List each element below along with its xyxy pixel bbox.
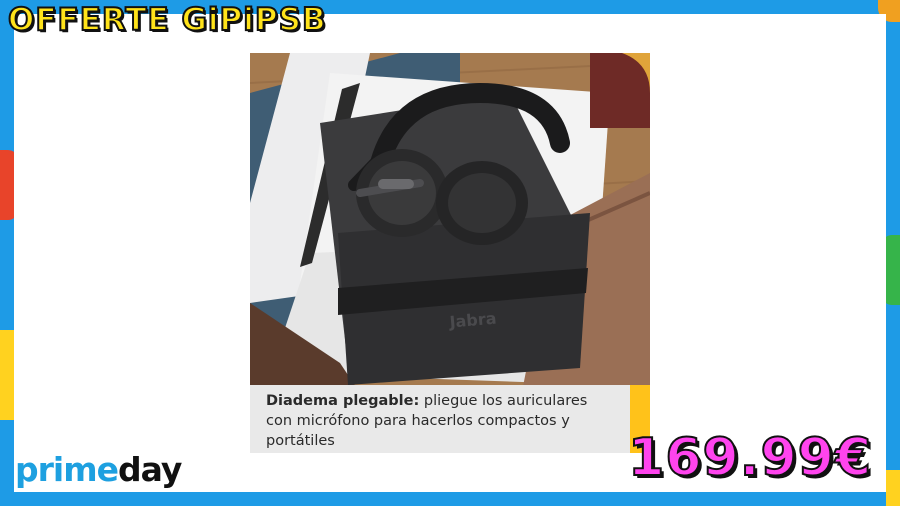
feature-caption-text: Diadema plegable: pliegue los auriculare… — [266, 391, 616, 451]
price-tag: 169.99€ — [627, 427, 872, 489]
banner-title: OFFERTE GiPiPSB — [7, 1, 327, 39]
feature-title: Diadema plegable: — [266, 393, 420, 409]
frame-decoration-yellow — [0, 330, 14, 420]
frame-decoration-yellow-corner — [886, 470, 900, 506]
feature-caption: Diadema plegable: pliegue los auriculare… — [250, 385, 650, 453]
prime-day-logo-day: day — [117, 450, 182, 489]
prime-day-logo-prime: prime — [15, 450, 119, 489]
prime-day-logo: primeday — [15, 450, 182, 489]
